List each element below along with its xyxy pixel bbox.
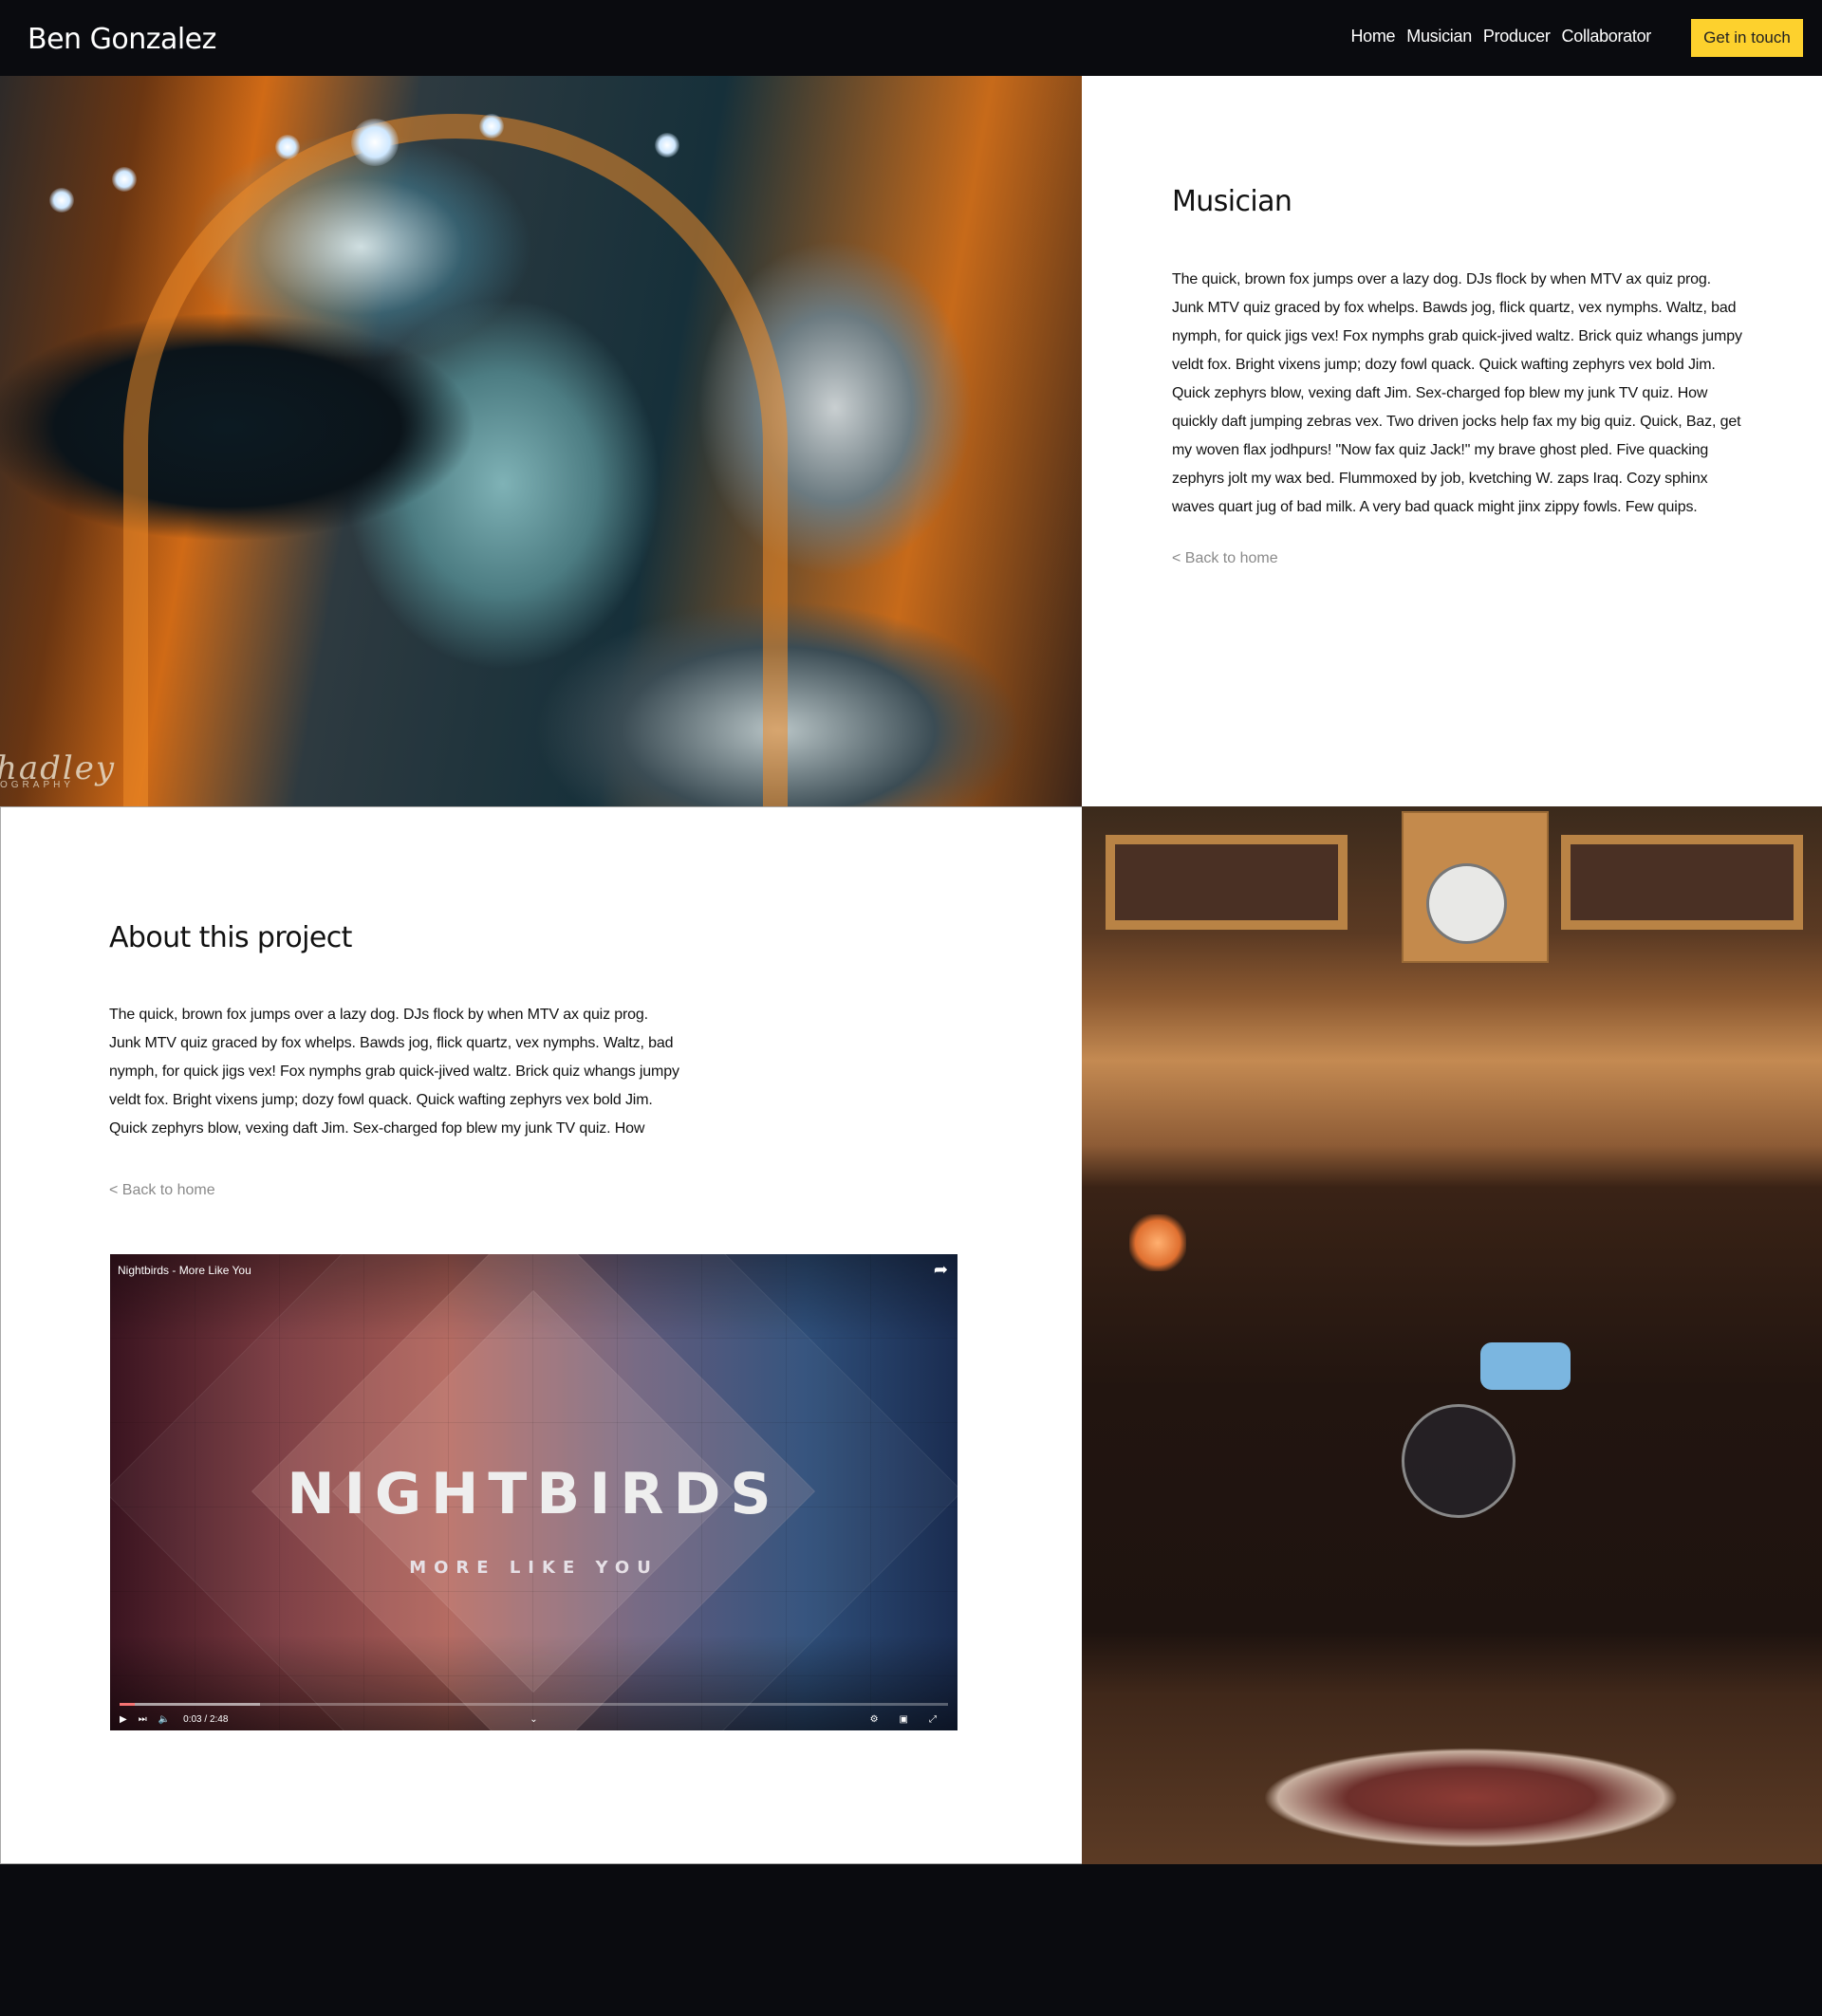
photographer-watermark-sub: OGRAPHY [0,780,75,790]
stage-light [49,188,74,213]
bass-drum [1402,1404,1515,1518]
nav-musician[interactable]: Musician [1406,27,1472,46]
wall-panel [1561,835,1803,930]
back-to-home-link[interactable]: < Back to home [1172,550,1278,567]
video-progress-bar[interactable] [120,1703,948,1706]
next-icon[interactable]: ⏭ [139,1714,147,1725]
video-buffered [120,1703,261,1706]
photo-arch-decoration [123,114,788,806]
drummer-figure [1480,1342,1571,1390]
lamp-shade [1129,1214,1186,1271]
video-title[interactable]: Nightbirds - More Like You [118,1264,251,1277]
page-title: Musician [1172,185,1292,218]
cast-icon[interactable]: ▣ [900,1714,908,1725]
about-project-section: About this project The quick, brown fox … [0,806,1082,1864]
chevron-down-icon[interactable]: ⌄ [530,1714,537,1725]
drummer-photo: hadley OGRAPHY [0,76,1082,806]
about-description: The quick, brown fox jumps over a lazy d… [109,1007,679,1137]
video-player[interactable]: Nightbirds - More Like You ➦ NIGHTBIRDS … [110,1254,957,1730]
wall-clock [1426,863,1507,944]
play-icon[interactable]: ▶ [120,1714,127,1725]
stage-light [351,119,399,166]
video-subline: MORE LIKE YOU [409,1558,659,1578]
site-header: Ben Gonzalez Home Musician Producer Coll… [0,0,1822,76]
fullscreen-exit-icon[interactable]: ⤢ [929,1714,937,1725]
stage-light [479,114,504,139]
stage-light [275,135,300,159]
video-controls: ▶ ⏭ 🔈 0:03 / 2:48 ⌄ ⚙ ▣ ⤢ [120,1711,948,1728]
nav-collaborator[interactable]: Collaborator [1562,27,1652,46]
back-to-home-link[interactable]: < Back to home [109,1182,215,1199]
video-time: 0:03 / 2:48 [183,1713,229,1725]
share-icon[interactable]: ➦ [934,1260,948,1280]
video-headline: NIGHTBIRDS [287,1461,781,1527]
main-nav: Home Musician Producer Collaborator [1350,27,1651,46]
get-in-touch-button[interactable]: Get in touch [1691,19,1803,57]
about-title: About this project [109,921,352,954]
musician-description: The quick, brown fox jumps over a lazy d… [1172,271,1742,515]
settings-icon[interactable]: ⚙ [870,1714,879,1725]
musician-section: Musician The quick, brown fox jumps over… [1082,76,1822,806]
site-brand[interactable]: Ben Gonzalez [28,23,216,56]
site-footer [0,1864,1822,2016]
volume-icon[interactable]: 🔈 [158,1714,170,1725]
nav-producer[interactable]: Producer [1483,27,1551,46]
studio-photo [1082,806,1822,1864]
nav-home[interactable]: Home [1350,27,1395,46]
wall-panel [1106,835,1348,930]
stage-light [112,167,137,192]
video-controls-right: ⚙ ▣ ⤢ [870,1714,948,1725]
stage-light [655,133,679,157]
